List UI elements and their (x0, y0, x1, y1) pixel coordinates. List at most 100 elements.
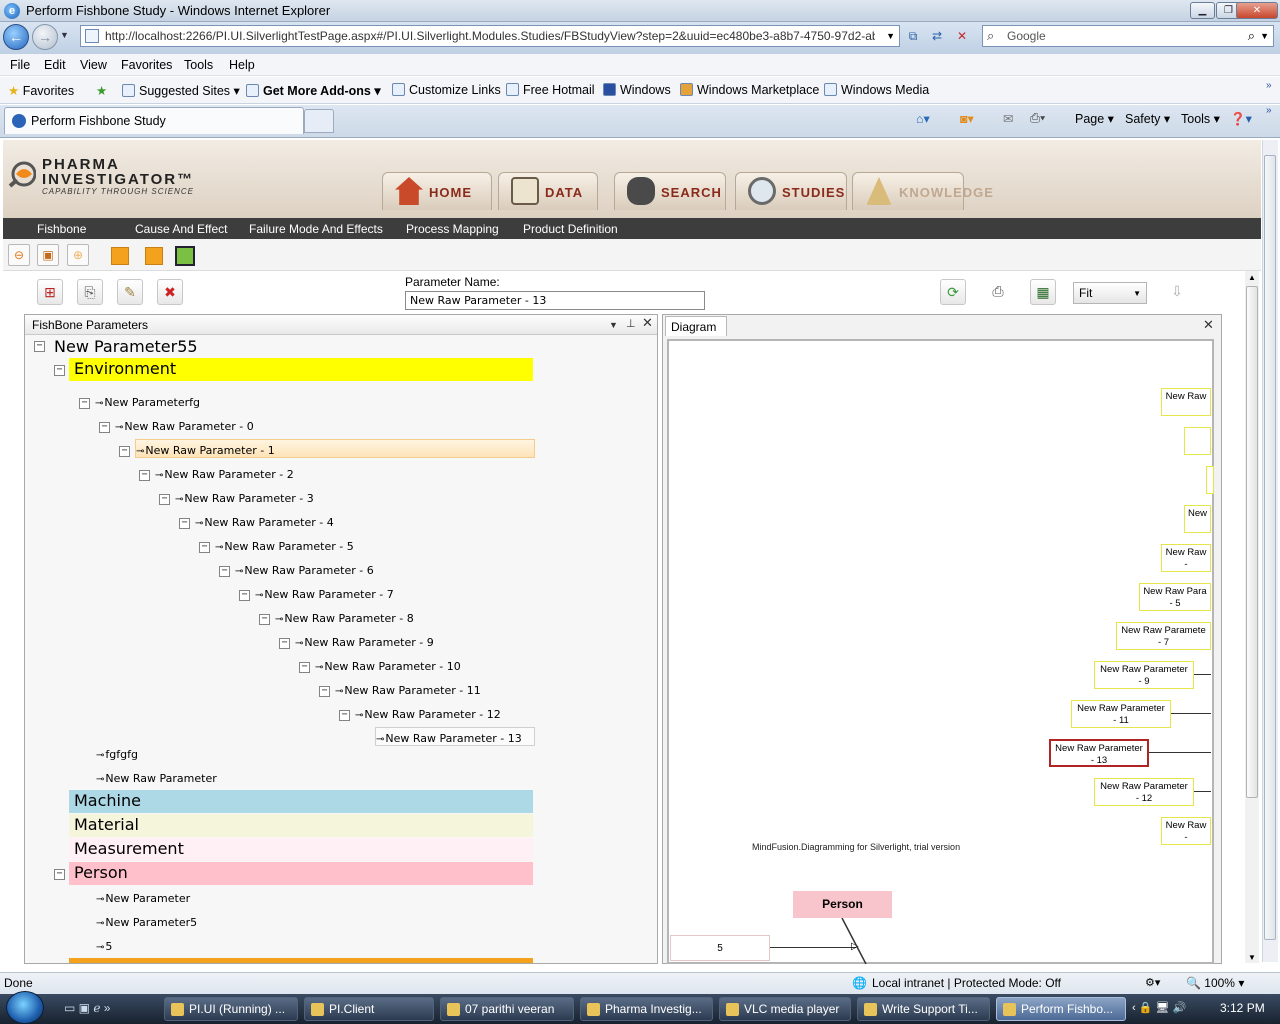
export-image-icon[interactable]: ▦ (1030, 279, 1056, 305)
zoom-level[interactable]: 🔍 100% ▾ (1186, 976, 1244, 990)
zoom-select[interactable]: Fit ▼ (1073, 282, 1147, 304)
scroll-down-icon[interactable]: ▼ (1248, 953, 1256, 962)
diagram-node[interactable]: New Raw Parameter - 12 (1094, 778, 1194, 806)
refresh-icon[interactable]: ⇄ (926, 26, 948, 46)
nav-tab-knowledge[interactable]: KNOWLEDGE (852, 172, 993, 210)
collapse-toggle[interactable]: − (339, 710, 350, 721)
fav-windows-media[interactable]: Windows Media (824, 83, 929, 97)
diagram-node[interactable]: New (1184, 505, 1211, 533)
print-diagram-icon[interactable]: ⎙ (985, 279, 1011, 305)
parameter-name-field[interactable] (405, 291, 705, 310)
diagram-node-selected[interactable]: New Raw Parameter - 13 (1049, 739, 1149, 767)
scroll-up-icon[interactable]: ▲ (1248, 273, 1256, 282)
protected-mode-icon[interactable]: ⚙▾ (1145, 976, 1160, 989)
module-product-definition[interactable]: Product Definition (523, 222, 618, 236)
copy-icon[interactable]: ⎘ (77, 279, 103, 305)
address-dropdown-icon[interactable]: ▼ (886, 31, 895, 41)
tree-item[interactable]: ⊸New Raw Parameter - 2 (155, 466, 294, 485)
panel-close-icon[interactable]: ✕ (642, 315, 653, 331)
menu-favorites[interactable]: Favorites (121, 58, 172, 72)
fav-get-addons[interactable]: Get More Add-ons ▾ (246, 83, 381, 98)
page-scroll-thumb[interactable] (1264, 155, 1276, 940)
back-button[interactable]: ← (3, 24, 29, 50)
save-icon[interactable]: ▣ (37, 244, 59, 266)
collapse-toggle[interactable]: − (34, 341, 45, 352)
tree-item[interactable]: ⊸New Raw Parameter - 10 (315, 658, 461, 677)
diagram-node[interactable]: New Raw Paramete - 7 (1116, 622, 1211, 650)
tree-item[interactable]: ⊸New Parameter (96, 892, 190, 905)
chevron-icon[interactable]: » (1266, 80, 1272, 91)
tree-item[interactable]: ⊸New Raw Parameter - 6 (235, 562, 374, 581)
close-window-button[interactable]: ✕ (1236, 2, 1278, 19)
tree-item-current[interactable]: ⊸New Raw Parameter - 13 (375, 727, 535, 746)
tray-icons[interactable]: ‹ 🔒 🖥 🔊 (1132, 1001, 1186, 1014)
browser-tab-active[interactable]: Perform Fishbone Study (4, 107, 304, 134)
favorites-button[interactable]: ★ Favorites (8, 83, 74, 98)
fav-suggested-sites[interactable]: Suggested Sites ▾ (122, 83, 240, 98)
tree-item-selected[interactable]: ⊸New Raw Parameter - 1 (135, 439, 535, 458)
minimize-button[interactable]: ▁ (1190, 2, 1215, 19)
tree-item[interactable]: ⊸New Raw Parameter - 0 (115, 418, 254, 437)
step-indicator-2[interactable] (145, 247, 163, 265)
collapse-toggle[interactable]: − (199, 542, 210, 553)
export-icon[interactable]: ⇩ (1164, 279, 1190, 305)
diagram-node[interactable] (1206, 466, 1214, 494)
start-button[interactable] (6, 991, 44, 1024)
search-box[interactable]: ⌕ Google ⌕ ▼ (982, 25, 1274, 47)
pin-icon[interactable]: ⊥ (626, 317, 636, 330)
tree-item[interactable]: ⊸New Parameter5 (96, 916, 197, 929)
collapse-toggle[interactable]: − (179, 518, 190, 529)
taskbar-button[interactable]: PI.Client (304, 997, 434, 1021)
new-tab-button[interactable] (304, 109, 334, 133)
tree-item[interactable]: ⊸fgfgfg (96, 748, 138, 761)
fav-windows-marketplace[interactable]: Windows Marketplace (680, 83, 819, 97)
collapse-toggle[interactable]: − (54, 869, 65, 880)
delete-icon[interactable]: ✖ (157, 279, 183, 305)
diagram-category-person[interactable]: Person (793, 891, 892, 918)
fav-customize-links[interactable]: Customize Links (392, 83, 501, 97)
module-fmea[interactable]: Failure Mode And Effects (249, 222, 383, 236)
category-measurement[interactable]: Measurement (69, 838, 533, 861)
diagram-node[interactable] (1184, 427, 1211, 455)
mail-icon[interactable]: ✉ (1003, 111, 1013, 126)
security-zone[interactable]: Local intranet | Protected Mode: Off (872, 976, 1061, 990)
collapse-toggle[interactable]: − (54, 365, 65, 376)
menu-tools[interactable]: Tools (184, 58, 213, 72)
app-scroll-thumb[interactable] (1246, 286, 1258, 798)
search-icon[interactable]: ⌕ (1248, 28, 1255, 44)
stop-icon[interactable]: ✕ (951, 26, 973, 46)
forward-button[interactable]: → (32, 24, 58, 50)
tree-item[interactable]: ⊸New Raw Parameter - 7 (255, 586, 394, 605)
tree-item[interactable]: ⊸New Raw Parameter - 8 (275, 610, 414, 629)
menu-help[interactable]: Help (229, 58, 255, 72)
collapse-toggle[interactable]: − (319, 686, 330, 697)
diagram-close-icon[interactable]: ✕ (1203, 317, 1214, 333)
back-step-icon[interactable]: ⊖ (8, 244, 30, 266)
collapse-toggle[interactable]: − (239, 590, 250, 601)
tree-item[interactable]: ⊸New Raw Parameter - 11 (335, 682, 481, 701)
nav-tab-studies[interactable]: STUDIES (735, 172, 847, 210)
diagram-node[interactable]: New Raw Para - 5 (1139, 583, 1211, 611)
step-indicator-1[interactable] (111, 247, 129, 265)
recent-pages-icon[interactable]: ▼ (60, 30, 69, 40)
taskbar-button[interactable]: Pharma Investig... (580, 997, 713, 1021)
diagram-node[interactable]: New Raw Parameter - 11 (1071, 700, 1171, 728)
tools-menu[interactable]: Tools ▾ (1181, 111, 1220, 126)
category-person[interactable]: Person (69, 862, 533, 885)
tree-root[interactable]: New Parameter55 (54, 337, 198, 356)
taskbar-button[interactable]: Write Support Ti... (857, 997, 990, 1021)
nav-tab-home[interactable]: HOME (382, 172, 492, 210)
taskbar-button[interactable]: Perform Fishbo... (996, 997, 1126, 1021)
address-bar[interactable]: http://localhost:2266/PI.UI.SilverlightT… (80, 25, 900, 47)
tree-item[interactable]: ⊸New Raw Parameter - 9 (295, 634, 434, 653)
page-menu[interactable]: Page ▾ (1075, 111, 1114, 126)
tree-item[interactable]: ⊸5 (96, 940, 112, 953)
fav-free-hotmail[interactable]: Free Hotmail (506, 83, 595, 97)
quicklaunch-icons[interactable]: ▭ ▣ ℯ » (64, 1001, 110, 1015)
collapse-toggle[interactable]: − (219, 566, 230, 577)
category-material[interactable]: Material (69, 814, 533, 837)
refresh-diagram-icon[interactable]: ⟳ (940, 279, 966, 305)
tab-diagram[interactable]: Diagram (665, 316, 727, 336)
step-indicator-3-current[interactable] (175, 246, 195, 266)
module-cause-and-effect[interactable]: Cause And Effect (135, 222, 228, 236)
